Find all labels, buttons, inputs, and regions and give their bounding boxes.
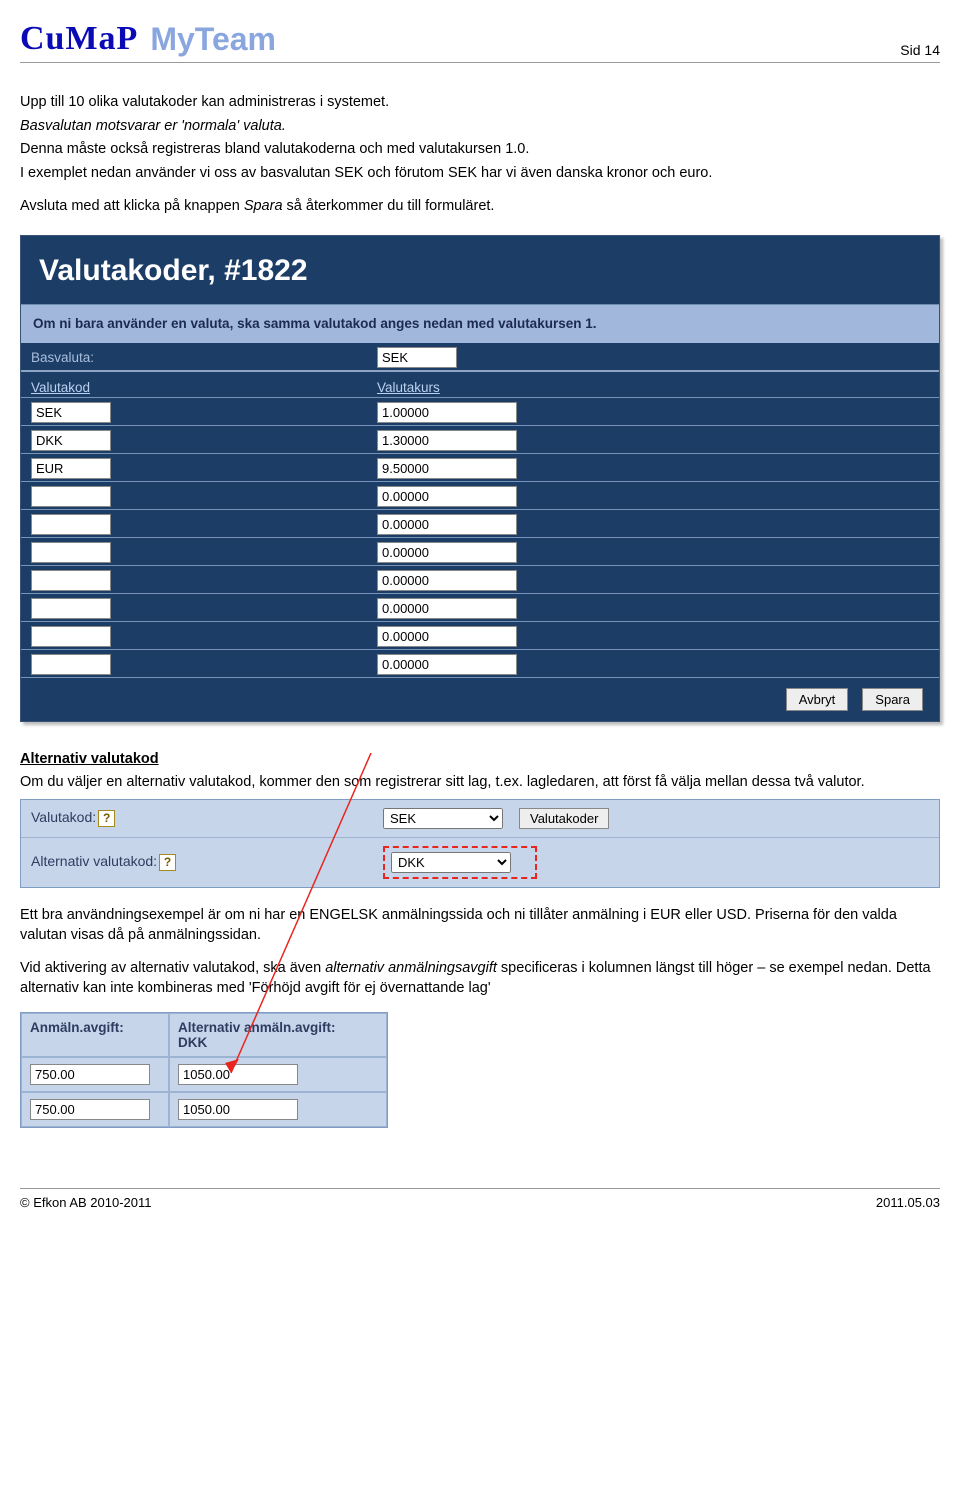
currency-row	[21, 425, 939, 453]
currency-row	[21, 481, 939, 509]
currency-row	[21, 509, 939, 537]
currency-code-input[interactable]	[31, 514, 111, 535]
footer-copyright: © Efkon AB 2010-2011	[20, 1195, 152, 1210]
currency-code-input[interactable]	[31, 654, 111, 675]
intro-line-2: Basvalutan motsvarar er 'normala' valuta…	[20, 117, 940, 137]
currency-code-input[interactable]	[31, 486, 111, 507]
alt-fee-input[interactable]	[178, 1064, 298, 1085]
currency-rate-input[interactable]	[377, 458, 517, 479]
base-currency-input[interactable]	[377, 347, 457, 368]
currency-code-input[interactable]	[31, 626, 111, 647]
currency-rate-input[interactable]	[377, 542, 517, 563]
alt-currency-heading: Alternativ valutakod	[20, 751, 159, 767]
currency-code-input[interactable]	[31, 598, 111, 619]
currency-rate-input[interactable]	[377, 570, 517, 591]
col-header-code: Valutakod	[31, 380, 371, 395]
currency-row	[21, 397, 939, 425]
intro-line-4: I exemplet nedan använder vi oss av basv…	[20, 164, 940, 184]
app-logo: CuMaP MyTeam	[20, 20, 276, 58]
currency-row	[21, 537, 939, 565]
panel-title: Valutakoder, #1822	[21, 244, 939, 294]
currency-code-input[interactable]	[31, 430, 111, 451]
cancel-button[interactable]: Avbryt	[786, 688, 849, 711]
highlight-box: DKK	[383, 846, 537, 879]
currency-rate-input[interactable]	[377, 430, 517, 451]
currency-rate-input[interactable]	[377, 654, 517, 675]
currency-code-input[interactable]	[31, 542, 111, 563]
panel-info-text: Om ni bara använder en valuta, ska samma…	[33, 316, 596, 331]
currency-codes-panel: Valutakoder, #1822 Om ni bara använder e…	[20, 235, 940, 722]
currency-code-input[interactable]	[31, 402, 111, 423]
header-divider	[20, 62, 940, 63]
currency-code-input[interactable]	[31, 458, 111, 479]
intro-line-1: Upp till 10 olika valutakoder kan admini…	[20, 93, 940, 113]
page-number: Sid 14	[900, 42, 940, 58]
fee-table: Anmäln.avgift: Alternativ anmäln.avgift:…	[20, 1012, 388, 1128]
fee-input[interactable]	[30, 1064, 150, 1085]
help-icon[interactable]: ?	[98, 810, 115, 827]
base-currency-label: Basvaluta:	[31, 350, 371, 365]
col-header-rate: Valutakurs	[377, 380, 440, 395]
currency-rate-input[interactable]	[377, 514, 517, 535]
alt-currency-body: Om du väljer en alternativ valutakod, ko…	[20, 773, 940, 793]
fee-row	[21, 1092, 387, 1127]
currency-code-select[interactable]: SEK	[383, 808, 503, 829]
usage-example-text: Ett bra användningsexempel är om ni har …	[20, 906, 940, 945]
currency-code-input[interactable]	[31, 570, 111, 591]
currency-rate-input[interactable]	[377, 486, 517, 507]
alt-fee-input[interactable]	[178, 1099, 298, 1120]
alt-currency-panel: Valutakod:? SEK Valutakoder Alternativ v…	[20, 799, 940, 888]
help-icon[interactable]: ?	[159, 854, 176, 871]
save-button[interactable]: Spara	[862, 688, 923, 711]
currency-row	[21, 621, 939, 649]
currency-code-label: Valutakod:?	[31, 809, 231, 827]
alt-currency-code-label: Alternativ valutakod:?	[31, 853, 231, 871]
footer-date: 2011.05.03	[876, 1195, 940, 1210]
currency-rate-input[interactable]	[377, 402, 517, 423]
currency-rate-input[interactable]	[377, 626, 517, 647]
intro-line-5: Avsluta med att klicka på knappen Spara …	[20, 197, 940, 217]
intro-line-3: Denna måste också registreras bland valu…	[20, 140, 940, 160]
fee-col-2-header: Alternativ anmäln.avgift:DKK	[169, 1013, 387, 1057]
currency-row	[21, 649, 939, 677]
logo-text-cumap: CuMaP	[20, 20, 138, 58]
fee-input[interactable]	[30, 1099, 150, 1120]
currency-row	[21, 593, 939, 621]
currency-codes-button[interactable]: Valutakoder	[519, 808, 609, 829]
currency-rate-input[interactable]	[377, 598, 517, 619]
alt-currency-code-select[interactable]: DKK	[391, 852, 511, 873]
fee-col-1-header: Anmäln.avgift:	[21, 1013, 169, 1057]
currency-row	[21, 453, 939, 481]
logo-text-myteam: MyTeam	[150, 21, 276, 58]
activation-text: Vid aktivering av alternativ valutakod, …	[20, 959, 940, 998]
currency-row	[21, 565, 939, 593]
fee-row	[21, 1057, 387, 1092]
